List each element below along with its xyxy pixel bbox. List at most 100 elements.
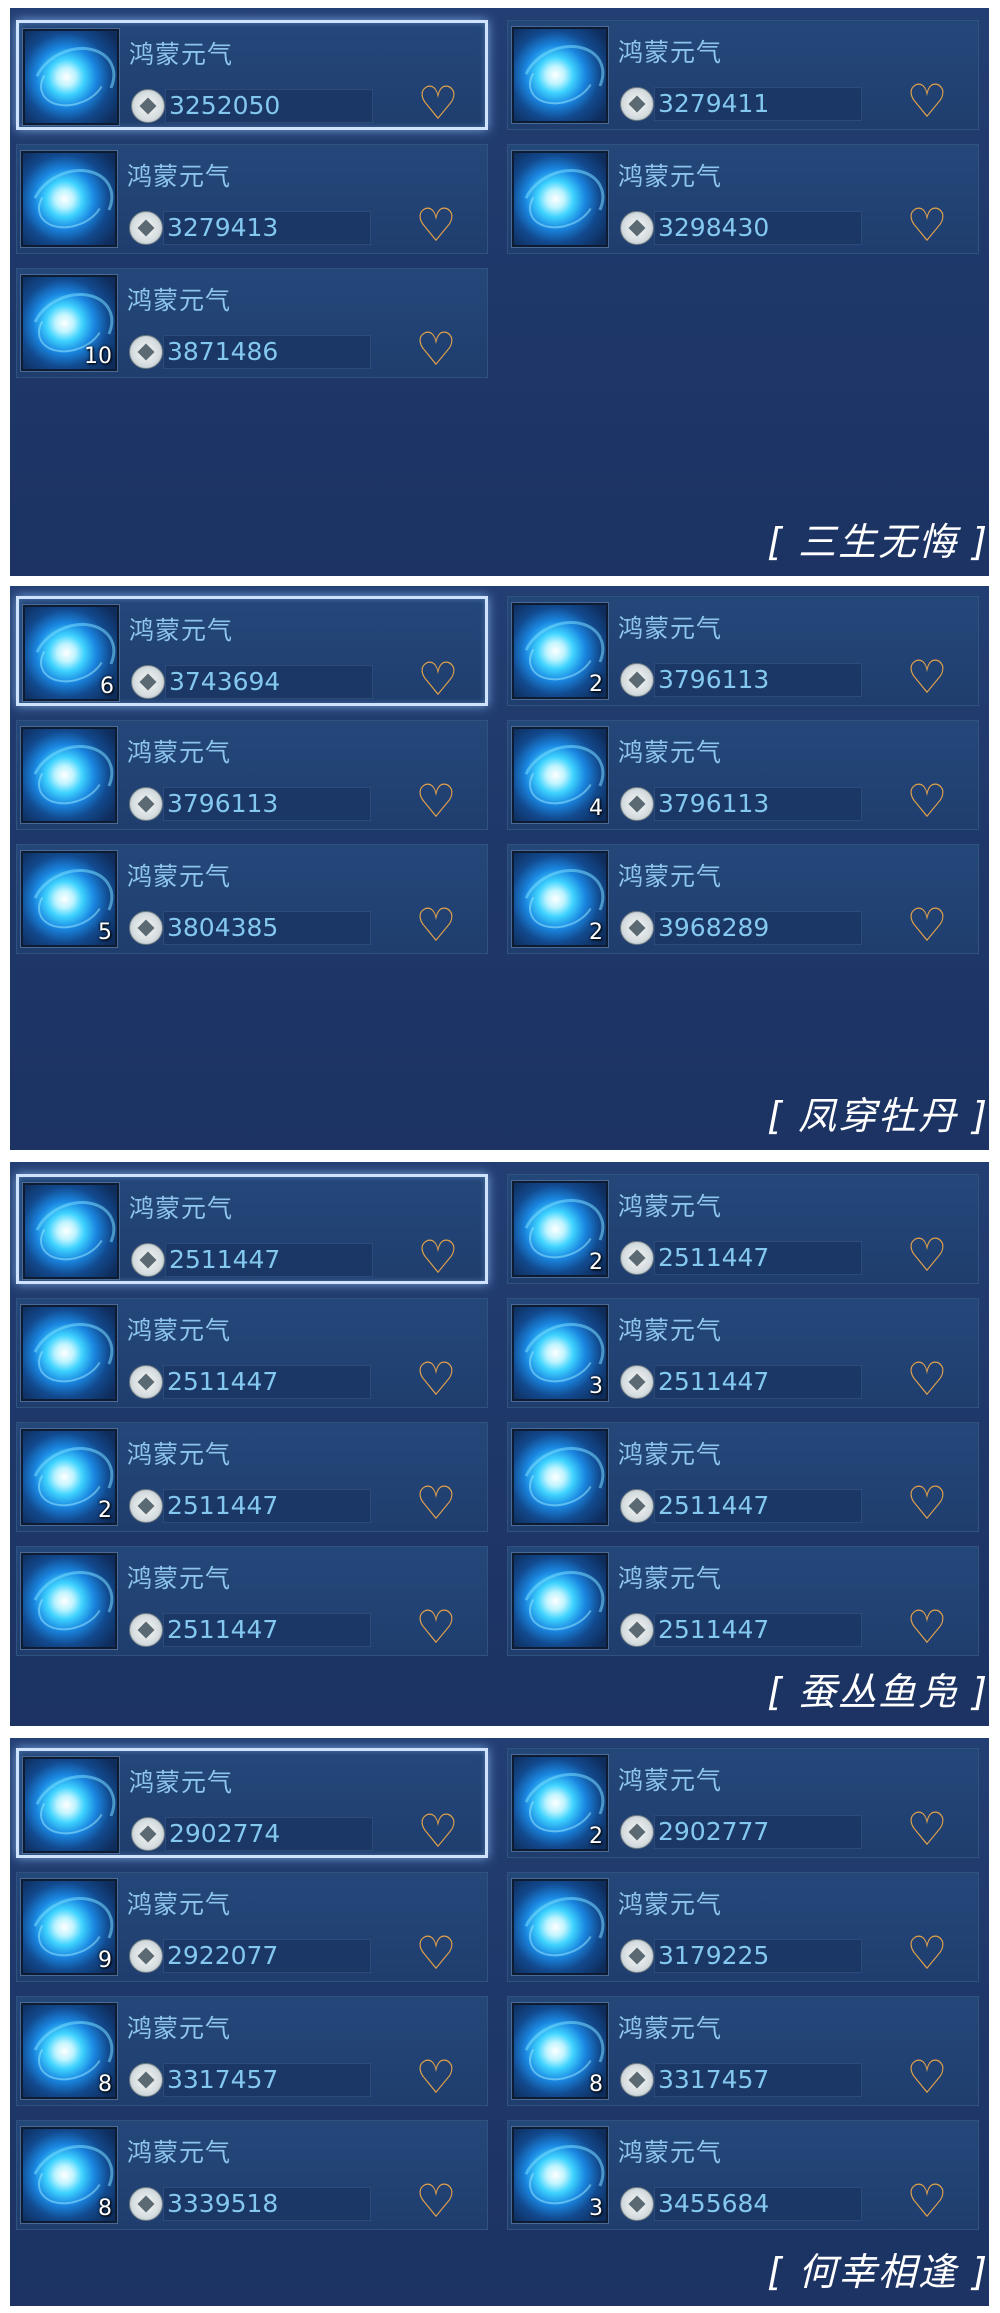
energy-orb-icon bbox=[511, 150, 609, 248]
listing-item[interactable]: 5 鸿蒙元气 3804385 ♡ bbox=[16, 844, 488, 954]
item-price: 3279411 bbox=[658, 89, 770, 118]
heart-icon[interactable]: ♡ bbox=[901, 1604, 953, 1650]
coin-icon bbox=[129, 1365, 163, 1399]
listing-item[interactable]: 9 鸿蒙元气 2922077 ♡ bbox=[16, 1872, 488, 1982]
item-name: 鸿蒙元气 bbox=[618, 862, 723, 891]
item-price: 2511447 bbox=[167, 1491, 279, 1520]
listing-item[interactable]: 2 鸿蒙元气 3968289 ♡ bbox=[507, 844, 979, 954]
listing-item[interactable]: 鸿蒙元气 2511447 ♡ bbox=[16, 1174, 488, 1284]
heart-icon[interactable]: ♡ bbox=[410, 2178, 462, 2224]
item-name: 鸿蒙元气 bbox=[618, 2014, 723, 2043]
coin-icon bbox=[620, 211, 654, 245]
item-count: 8 bbox=[98, 2196, 112, 2221]
item-name: 鸿蒙元气 bbox=[127, 2014, 232, 2043]
item-price: 3871486 bbox=[167, 337, 279, 366]
heart-icon[interactable]: ♡ bbox=[410, 202, 462, 248]
heart-icon[interactable]: ♡ bbox=[901, 1232, 953, 1278]
listing-item[interactable]: 鸿蒙元气 2511447 ♡ bbox=[16, 1298, 488, 1408]
energy-orb-icon: 2 bbox=[511, 1180, 609, 1278]
energy-orb-icon: 2 bbox=[511, 1754, 609, 1852]
heart-icon[interactable]: ♡ bbox=[410, 1930, 462, 1976]
listing-item[interactable]: 6 鸿蒙元气 3743694 ♡ bbox=[16, 596, 488, 706]
listing-item[interactable]: 鸿蒙元气 3298430 ♡ bbox=[507, 144, 979, 254]
heart-icon[interactable]: ♡ bbox=[412, 656, 464, 702]
heart-icon[interactable]: ♡ bbox=[410, 1356, 462, 1402]
item-name: 鸿蒙元气 bbox=[618, 1316, 723, 1345]
item-name: 鸿蒙元气 bbox=[618, 1890, 723, 1919]
item-count: 8 bbox=[98, 2072, 112, 2097]
heart-icon[interactable]: ♡ bbox=[901, 2178, 953, 2224]
heart-icon[interactable]: ♡ bbox=[901, 202, 953, 248]
heart-icon[interactable]: ♡ bbox=[410, 326, 462, 372]
coin-icon bbox=[131, 1243, 165, 1277]
energy-orb-icon bbox=[20, 1552, 118, 1650]
item-price: 3796113 bbox=[658, 665, 770, 694]
listing-item[interactable]: 鸿蒙元气 3279411 ♡ bbox=[507, 20, 979, 130]
listing-item[interactable]: 2 鸿蒙元气 2511447 ♡ bbox=[16, 1422, 488, 1532]
item-count: 8 bbox=[589, 2072, 603, 2097]
listing-item[interactable]: 2 鸿蒙元气 2902777 ♡ bbox=[507, 1748, 979, 1858]
heart-icon[interactable]: ♡ bbox=[410, 1604, 462, 1650]
listing-item[interactable]: 10 鸿蒙元气 3871486 ♡ bbox=[16, 268, 488, 378]
heart-icon[interactable]: ♡ bbox=[901, 778, 953, 824]
energy-orb-icon: 9 bbox=[20, 1878, 118, 1976]
energy-orb-icon: 8 bbox=[511, 2002, 609, 2100]
listing-item[interactable]: 8 鸿蒙元气 3317457 ♡ bbox=[16, 1996, 488, 2106]
energy-orb-icon: 8 bbox=[20, 2002, 118, 2100]
item-name: 鸿蒙元气 bbox=[618, 1564, 723, 1593]
energy-orb-icon: 2 bbox=[511, 850, 609, 948]
item-count: 5 bbox=[98, 920, 112, 945]
item-count: 2 bbox=[589, 1824, 603, 1849]
energy-orb-icon: 2 bbox=[20, 1428, 118, 1526]
heart-icon[interactable]: ♡ bbox=[410, 902, 462, 948]
listing-item[interactable]: 鸿蒙元气 3252050 ♡ bbox=[16, 20, 488, 130]
heart-icon[interactable]: ♡ bbox=[412, 1234, 464, 1280]
heart-icon[interactable]: ♡ bbox=[901, 1356, 953, 1402]
energy-orb-icon bbox=[20, 726, 118, 824]
listing-item[interactable]: 鸿蒙元气 3279413 ♡ bbox=[16, 144, 488, 254]
coin-icon bbox=[129, 211, 163, 245]
item-price: 3179225 bbox=[658, 1941, 770, 1970]
listing-panel-4: 鸿蒙元气 2902774 ♡ 2 鸿蒙元气 2902777 ♡ 9 鸿蒙元气 2… bbox=[10, 1738, 989, 2306]
heart-icon[interactable]: ♡ bbox=[412, 80, 464, 126]
item-price: 3317457 bbox=[658, 2065, 770, 2094]
heart-icon[interactable]: ♡ bbox=[901, 78, 953, 124]
heart-icon[interactable]: ♡ bbox=[901, 902, 953, 948]
listing-item[interactable]: 鸿蒙元气 2511447 ♡ bbox=[507, 1422, 979, 1532]
listing-item[interactable]: 鸿蒙元气 2902774 ♡ bbox=[16, 1748, 488, 1858]
listing-item[interactable]: 2 鸿蒙元气 3796113 ♡ bbox=[507, 596, 979, 706]
heart-icon[interactable]: ♡ bbox=[901, 1480, 953, 1526]
listing-item[interactable]: 鸿蒙元气 2511447 ♡ bbox=[507, 1546, 979, 1656]
listing-panel-3: 鸿蒙元气 2511447 ♡ 2 鸿蒙元气 2511447 ♡ 鸿蒙元气 251… bbox=[10, 1162, 989, 1726]
coin-icon bbox=[620, 1241, 654, 1275]
listing-item[interactable]: 鸿蒙元气 2511447 ♡ bbox=[16, 1546, 488, 1656]
heart-icon[interactable]: ♡ bbox=[410, 1480, 462, 1526]
item-count: 2 bbox=[98, 1498, 112, 1523]
listing-item[interactable]: 3 鸿蒙元气 3455684 ♡ bbox=[507, 2120, 979, 2230]
item-name: 鸿蒙元气 bbox=[618, 162, 723, 191]
item-count: 3 bbox=[589, 2196, 603, 2221]
coin-icon bbox=[129, 335, 163, 369]
heart-icon[interactable]: ♡ bbox=[901, 1930, 953, 1976]
energy-orb-icon bbox=[511, 1552, 609, 1650]
energy-orb-icon bbox=[20, 150, 118, 248]
listing-item[interactable]: 2 鸿蒙元气 2511447 ♡ bbox=[507, 1174, 979, 1284]
listing-item[interactable]: 8 鸿蒙元气 3339518 ♡ bbox=[16, 2120, 488, 2230]
item-price: 2511447 bbox=[658, 1367, 770, 1396]
listing-item[interactable]: 8 鸿蒙元气 3317457 ♡ bbox=[507, 1996, 979, 2106]
listing-item[interactable]: 4 鸿蒙元气 3796113 ♡ bbox=[507, 720, 979, 830]
heart-icon[interactable]: ♡ bbox=[901, 654, 953, 700]
listing-item[interactable]: 3 鸿蒙元气 2511447 ♡ bbox=[507, 1298, 979, 1408]
coin-icon bbox=[129, 787, 163, 821]
heart-icon[interactable]: ♡ bbox=[410, 2054, 462, 2100]
heart-icon[interactable]: ♡ bbox=[410, 778, 462, 824]
item-name: 鸿蒙元气 bbox=[127, 738, 232, 767]
listing-item[interactable]: 鸿蒙元气 3796113 ♡ bbox=[16, 720, 488, 830]
heart-icon[interactable]: ♡ bbox=[901, 2054, 953, 2100]
heart-icon[interactable]: ♡ bbox=[412, 1808, 464, 1854]
energy-orb-icon bbox=[20, 1304, 118, 1402]
heart-icon[interactable]: ♡ bbox=[901, 1806, 953, 1852]
listing-item[interactable]: 鸿蒙元气 3179225 ♡ bbox=[507, 1872, 979, 1982]
item-name: 鸿蒙元气 bbox=[618, 1766, 723, 1795]
item-price: 3968289 bbox=[658, 913, 770, 942]
